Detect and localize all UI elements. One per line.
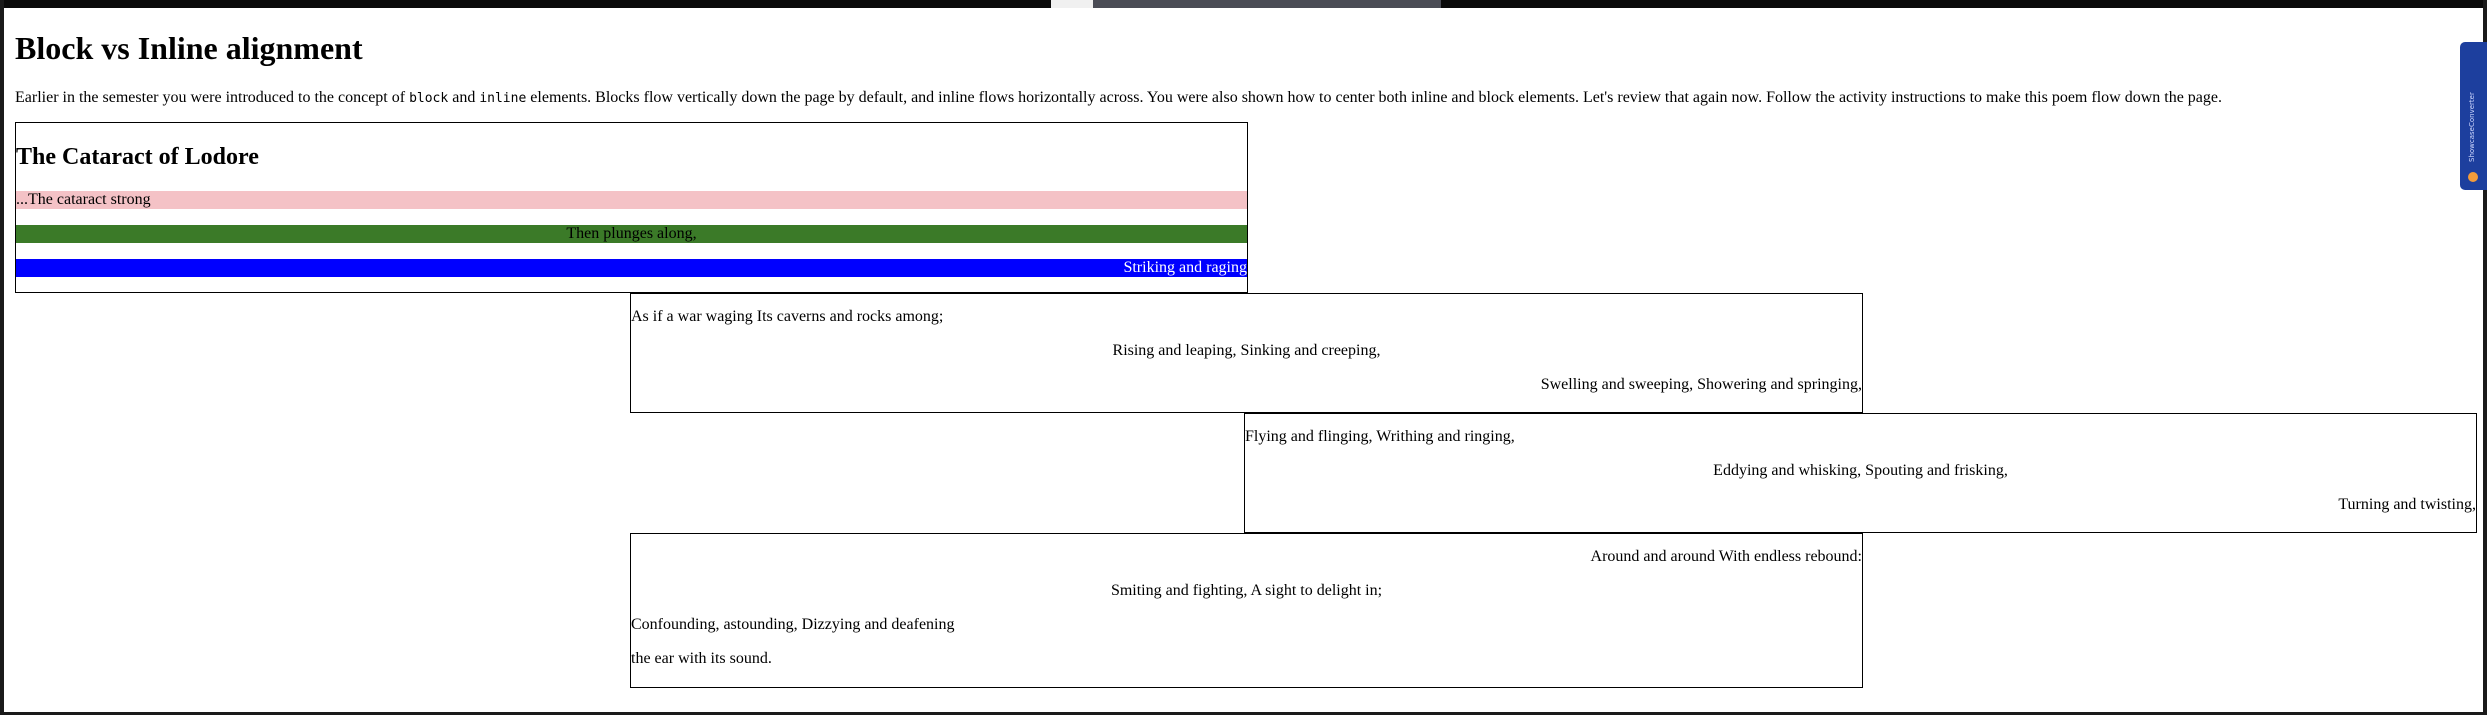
tab-indicator-dark[interactable] xyxy=(1093,0,1441,8)
intro-text-1: Earlier in the semester you were introdu… xyxy=(15,89,410,106)
green-bar-line: Then plunges along, xyxy=(16,225,1247,243)
intro-text-2: and xyxy=(448,89,480,106)
extension-side-widget[interactable]: ShowcaseConverter xyxy=(2460,42,2487,190)
block-code: block xyxy=(409,91,449,106)
extension-label: ShowcaseConverter xyxy=(2468,92,2476,162)
page-title: Block vs Inline alignment xyxy=(15,30,363,66)
stanza-2-line-1: Flying and flinging, Writhing and ringin… xyxy=(1245,428,1515,445)
stanza-box-2: Flying and flinging, Writhing and ringin… xyxy=(1244,413,2477,533)
stanza-box-3: Around and around With endless rebound: … xyxy=(630,533,1863,688)
intro-text-3: elements. Blocks flow vertically down th… xyxy=(526,89,2222,106)
stanza-2-line-2: Eddying and whisking, Spouting and frisk… xyxy=(1713,462,2008,479)
blue-bar-line: Striking and raging xyxy=(16,259,1247,277)
stanza-1-line-2: Rising and leaping, Sinking and creeping… xyxy=(1112,342,1381,359)
extension-icon xyxy=(2468,172,2478,182)
stanza-box-1: As if a war waging Its caverns and rocks… xyxy=(630,293,1863,413)
pink-bar-line: ...The cataract strong xyxy=(16,191,1247,209)
stanza-3-line-2: Smiting and fighting, A sight to delight… xyxy=(1110,582,1383,599)
stanza-3-line-4: the ear with its sound. xyxy=(631,650,772,667)
intro-paragraph: Earlier in the semester you were introdu… xyxy=(15,88,2455,109)
stanza-2-line-3: Turning and twisting, xyxy=(2338,496,2476,513)
inline-code: inline xyxy=(479,91,527,106)
browser-top-bar xyxy=(0,0,2487,8)
poem-title: The Cataract of Lodore xyxy=(16,144,259,170)
window-border-left xyxy=(0,0,4,715)
stanza-1-line-1: As if a war waging Its caverns and rocks… xyxy=(631,308,944,325)
stanza-3-line-1: Around and around With endless rebound: xyxy=(1590,548,1862,565)
tab-indicator-light[interactable] xyxy=(1051,0,1093,8)
stanza-3-line-3: Confounding, astounding, Dizzying and de… xyxy=(631,616,955,633)
stanza-1-line-3: Swelling and sweeping, Showering and spr… xyxy=(1540,376,1862,393)
poem-container: The Cataract of Lodore ...The cataract s… xyxy=(15,122,1248,293)
